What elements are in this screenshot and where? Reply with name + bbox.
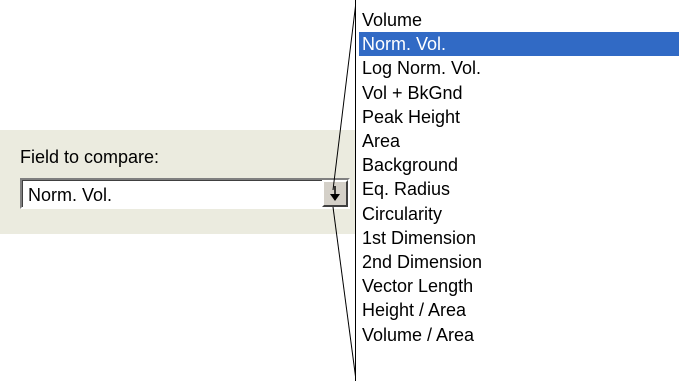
dropdown-option[interactable]: Volume / Area (359, 323, 679, 347)
combobox-value: Norm. Vol. (28, 185, 113, 205)
dropdown-option[interactable]: Log Norm. Vol. (359, 56, 679, 80)
combobox-dropdown-button[interactable] (322, 180, 348, 207)
field-options-dropdown[interactable]: Volume Norm. Vol. Log Norm. Vol. Vol + BkGn… (355, 0, 681, 381)
dropdown-option[interactable]: Height / Area (359, 298, 679, 322)
dropdown-option[interactable]: Vol + BkGnd (359, 81, 679, 105)
dropdown-option[interactable]: Volume (359, 8, 679, 32)
dropdown-option[interactable]: 2nd Dimension (359, 250, 679, 274)
dropdown-option[interactable]: Vector Length (359, 274, 679, 298)
down-arrow-icon (330, 186, 340, 201)
dropdown-option[interactable]: Background (359, 153, 679, 177)
field-to-compare-label: Field to compare: (20, 147, 160, 167)
dropdown-option[interactable]: Peak Height (359, 105, 679, 129)
dropdown-option[interactable]: Eq. Radius (359, 177, 679, 201)
dropdown-option[interactable]: Circularity (359, 202, 679, 226)
dropdown-option[interactable]: Norm. Vol. (359, 32, 679, 57)
field-to-compare-combobox[interactable]: Norm. Vol. (20, 178, 350, 209)
dropdown-option[interactable]: Area (359, 129, 679, 153)
dropdown-option[interactable]: 1st Dimension (359, 226, 679, 250)
field-panel: Field to compare: Norm. Vol. (0, 130, 360, 234)
